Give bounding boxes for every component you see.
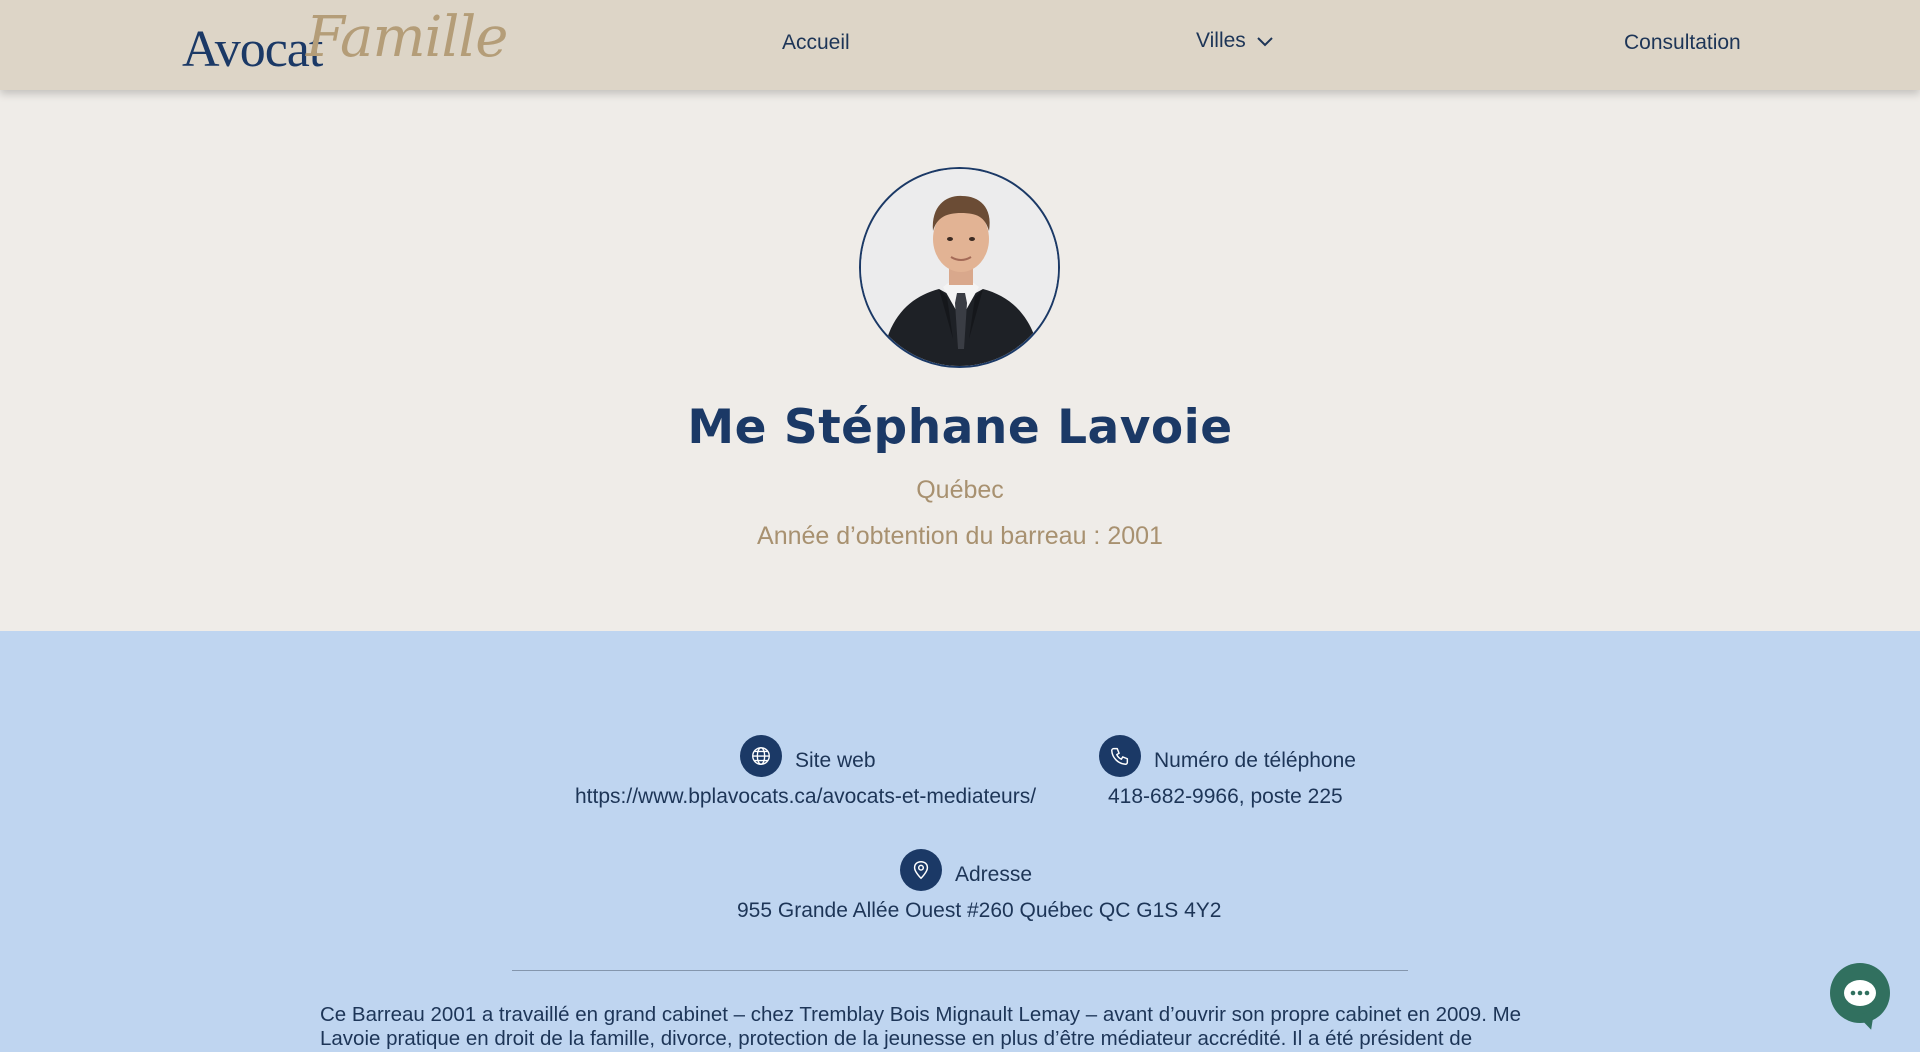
nav-cities-dropdown[interactable]: Villes [1196,28,1274,54]
logo[interactable]: Avocat Famille [182,10,508,82]
lawyer-name: Me Stéphane Lavoie [687,400,1233,455]
chat-bubble-icon [1844,980,1876,1006]
address-value: 955 Grande Allée Ouest #260 Québec QC G1… [737,899,1222,922]
globe-icon [740,735,782,777]
lawyer-city: Québec [916,476,1004,504]
lawyer-photo [859,167,1060,368]
map-pin-icon [900,849,942,891]
phone-label: Numéro de téléphone [1154,749,1356,772]
address-label: Adresse [955,863,1033,886]
logo-main-text: Avocat [182,21,323,78]
portrait-illustration [861,169,1058,366]
phone-link[interactable]: 418-682-9966, poste 225 [1108,784,1343,810]
logo-script-text: Famille [306,5,508,70]
site-header: Avocat Famille Accueil Villes Consultati… [0,0,1920,90]
contact-section: Site web https://www.bplavocats.ca/avoca… [0,631,1920,1052]
website-link[interactable]: https://www.bplavocats.ca/avocats-et-med… [575,784,1036,810]
nav-consultation-link[interactable]: Consultation [1624,30,1741,56]
website-label: Site web [795,749,876,772]
section-divider [512,970,1408,971]
chevron-down-icon [1257,37,1273,47]
bar-admission-year: Année d’obtention du barreau : 2001 [757,522,1163,550]
nav-cities-label: Villes [1196,29,1246,52]
lawyer-bio: Ce Barreau 2001 a travaillé en grand cab… [320,1003,1522,1052]
phone-icon [1099,735,1141,777]
profile-hero: Me Stéphane Lavoie Québec Année d’obtent… [0,90,1920,631]
nav-home-link[interactable]: Accueil [782,30,850,56]
